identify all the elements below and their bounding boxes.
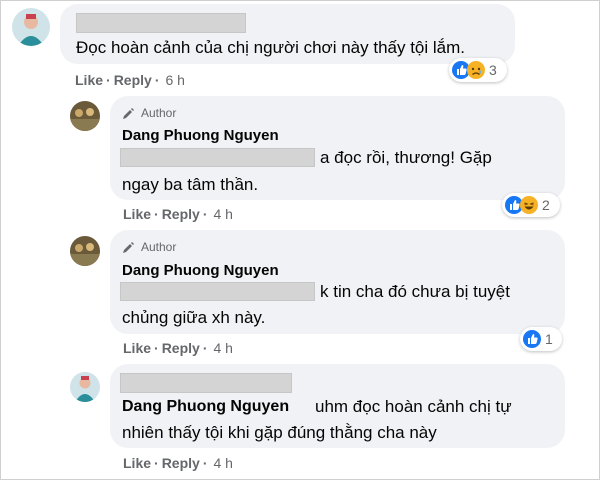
reply-text-line-1: k tin cha đó chưa bị tuyệt [320,282,510,301]
reaction-count: 3 [489,62,497,78]
reply-text-line-2: nhiên thấy tội khi gặp đúng thằng cha nà… [122,423,437,442]
comment-actions: Like · Reply · 4 h [123,206,233,222]
reply-text-line-1: a đọc rồi, thương! Gặp [320,148,492,167]
reaction-count: 2 [542,197,550,213]
like-link[interactable]: Like [123,340,151,356]
comment-text: Đọc hoàn cảnh của chị người chơi này thấ… [76,38,465,57]
separator-dot: · [202,340,208,356]
mentioned-user[interactable]: Dang Phuong Nguyen [122,398,289,416]
author-badge-label: Author [141,106,177,120]
reaction-count: 1 [545,331,553,347]
like-link[interactable]: Like [123,206,151,222]
sad-reaction-icon [467,61,485,79]
redacted-mention [120,282,315,301]
reply-text-line-2: ngay ba tâm thần. [122,175,259,194]
comment-actions: Like · Reply · 6 h [75,72,185,88]
separator-dot: · [106,72,111,88]
timestamp[interactable]: 6 h [165,72,184,88]
timestamp[interactable]: 4 h [213,455,232,471]
separator-dot: · [202,455,208,471]
timestamp[interactable]: 4 h [213,206,232,222]
reply-text-line-1: uhm đọc hoàn cảnh chị tự [315,397,512,416]
reply-link[interactable]: Reply [162,455,200,471]
separator-dot: · [202,206,208,222]
redacted-mention [120,148,315,167]
separator-dot: · [154,340,159,356]
redacted-name [76,13,246,33]
like-reaction-icon [523,330,541,348]
author-avatar[interactable] [70,236,100,266]
reply-link[interactable]: Reply [114,72,152,88]
reply-link[interactable]: Reply [162,206,200,222]
separator-dot: · [154,455,159,471]
haha-reaction-icon [520,196,538,214]
reaction-summary[interactable]: 2 [502,193,560,217]
reply-bubble: Dang Phuong Nguyen uhm đọc hoàn cảnh chị… [110,364,565,448]
comment-bubble: Đọc hoàn cảnh của chị người chơi này thấ… [60,4,515,64]
reply-bubble: Author Dang Phuong Nguyen k tin cha đó c… [110,230,565,334]
comment-actions: Like · Reply · 4 h [123,340,233,356]
commenter-name[interactable]: Dang Phuong Nguyen [122,262,279,279]
author-avatar[interactable] [70,101,100,131]
like-link[interactable]: Like [123,455,151,471]
reply-link[interactable]: Reply [162,340,200,356]
pencil-icon [123,107,134,119]
commenter-avatar[interactable] [12,8,50,46]
commenter-avatar[interactable] [70,372,100,402]
redacted-name [120,373,292,393]
reaction-summary[interactable]: 3 [449,58,507,82]
separator-dot: · [154,72,160,88]
reply-bubble: Author Dang Phuong Nguyen a đọc rồi, thư… [110,96,565,200]
like-link[interactable]: Like [75,72,103,88]
timestamp[interactable]: 4 h [213,340,232,356]
author-badge: Author [122,106,176,120]
reaction-summary[interactable]: 1 [520,327,562,351]
pencil-icon [123,241,134,253]
comment-actions: Like · Reply · 4 h [123,455,233,471]
author-badge: Author [122,240,176,254]
reply-text-line-2: chủng giữa xh này. [122,308,266,327]
separator-dot: · [154,206,159,222]
commenter-name[interactable]: Dang Phuong Nguyen [122,127,279,144]
author-badge-label: Author [141,240,177,254]
